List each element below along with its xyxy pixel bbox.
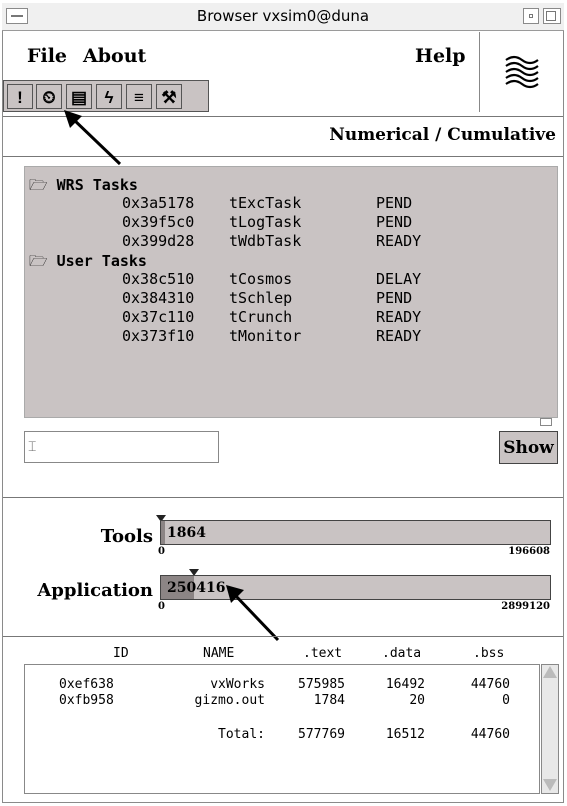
module-bss: 0: [502, 693, 510, 708]
tools-memory-fill: [161, 521, 165, 544]
module-data: 20: [409, 693, 425, 708]
divider: [3, 497, 563, 498]
module-bss: 44760: [470, 677, 510, 692]
clock-icon: ⏲: [42, 88, 56, 107]
database-button[interactable]: ▤: [66, 84, 92, 109]
task-row[interactable]: 0x399d28: [122, 232, 194, 250]
task-row[interactable]: 0x39f5c0: [122, 213, 194, 231]
database-icon: ▤: [70, 88, 88, 107]
module-text: 1784: [313, 693, 345, 708]
clock-button[interactable]: ⏲: [36, 84, 62, 109]
task-state: PEND: [376, 289, 413, 307]
module-id[interactable]: 0xfb958: [59, 693, 114, 708]
bars-button[interactable]: ≡: [126, 84, 152, 109]
application-max: 2899120: [501, 601, 550, 612]
column-header-bss[interactable]: .bss: [473, 646, 504, 661]
column-header-text[interactable]: .text: [303, 646, 342, 661]
task-name-input[interactable]: [24, 431, 219, 463]
task-row[interactable]: 0x384310: [122, 289, 194, 307]
text-cursor-icon: ⌶: [28, 438, 37, 454]
tools-value: 1864: [167, 525, 206, 541]
annotation-arrow-icon: [64, 110, 122, 166]
task-row[interactable]: 0x38c510: [122, 270, 194, 288]
application-min: 0: [158, 601, 165, 612]
tools-button[interactable]: ⚒: [156, 84, 182, 109]
scroll-up-icon[interactable]: [543, 666, 557, 678]
task-row[interactable]: 0x3a5178: [122, 194, 194, 212]
show-button[interactable]: Show: [499, 431, 558, 464]
module-text: 575985: [298, 677, 345, 692]
module-id[interactable]: 0xef638: [59, 677, 114, 692]
task-name: tCrunch: [229, 308, 293, 326]
pane-resize-handle[interactable]: [540, 418, 552, 426]
task-state: PEND: [376, 213, 413, 231]
title-bar: Browser vxsim0@duna: [2, 3, 564, 31]
scroll-down-icon[interactable]: [543, 779, 557, 791]
task-state: READY: [376, 308, 422, 326]
task-row[interactable]: 0x37c110: [122, 308, 194, 326]
task-name: tLogTask: [229, 213, 302, 231]
module-data: 16492: [385, 677, 425, 692]
maximize-icon: [546, 11, 556, 21]
waves-logo-icon: [505, 55, 539, 89]
column-header-data[interactable]: .data: [382, 646, 421, 661]
exclamation-icon: !: [17, 88, 23, 107]
minimize-icon: [529, 14, 533, 18]
tools-memory-bar: 1864: [160, 520, 551, 545]
minimize-button[interactable]: [523, 8, 539, 24]
module-name[interactable]: vxWorks: [155, 677, 265, 692]
task-name: tExcTask: [229, 194, 302, 212]
module-list[interactable]: 0xef638 vxWorks 575985 16492 44760 0xfb9…: [24, 664, 540, 794]
menu-file[interactable]: File: [27, 45, 67, 67]
divider: [3, 636, 563, 637]
task-name: tMonitor: [229, 327, 302, 345]
maximize-button[interactable]: [543, 8, 561, 24]
application-label: Application: [37, 580, 153, 601]
module-name[interactable]: gizmo.out: [155, 693, 265, 708]
task-state: DELAY: [376, 270, 422, 288]
folder-icon: 🗁: [29, 176, 48, 194]
exclamation-button[interactable]: !: [7, 84, 33, 109]
column-header-id[interactable]: ID: [113, 646, 129, 661]
tools-min: 0: [158, 546, 165, 557]
menu-bar: [3, 32, 476, 80]
task-name: tCosmos: [229, 270, 293, 288]
column-header-name[interactable]: NAME: [203, 646, 234, 661]
task-state: READY: [376, 327, 422, 345]
module-list-scrollbar[interactable]: [541, 664, 559, 794]
total-data: 16512: [385, 727, 425, 742]
tools-icon: ⚒: [161, 88, 177, 107]
task-name: tWdbTask: [229, 232, 302, 250]
menu-help[interactable]: Help: [415, 45, 466, 67]
bars-icon: ≡: [134, 88, 144, 107]
window-title: Browser vxsim0@duna: [196, 7, 370, 25]
task-name: tSchlep: [229, 289, 293, 307]
total-bss: 44760: [470, 727, 510, 742]
total-label: Total:: [218, 727, 265, 742]
menu-about[interactable]: About: [83, 45, 146, 67]
total-text: 577769: [298, 727, 345, 742]
task-row[interactable]: 0x373f10: [122, 327, 194, 345]
logo: [479, 32, 563, 112]
task-state: READY: [376, 232, 422, 250]
tools-max: 196608: [508, 546, 550, 557]
lightning-icon: ϟ: [104, 88, 114, 107]
task-state: PEND: [376, 194, 413, 212]
folder-icon: 🗁: [29, 252, 48, 270]
task-tree[interactable]: 🗁 WRS Tasks 0x3a5178 tExcTask PEND 0x39f…: [24, 166, 558, 418]
tools-label: Tools: [100, 526, 153, 547]
application-memory-bar: 250416: [160, 575, 551, 600]
application-value: 250416: [167, 580, 226, 596]
lightning-button[interactable]: ϟ: [96, 84, 122, 109]
